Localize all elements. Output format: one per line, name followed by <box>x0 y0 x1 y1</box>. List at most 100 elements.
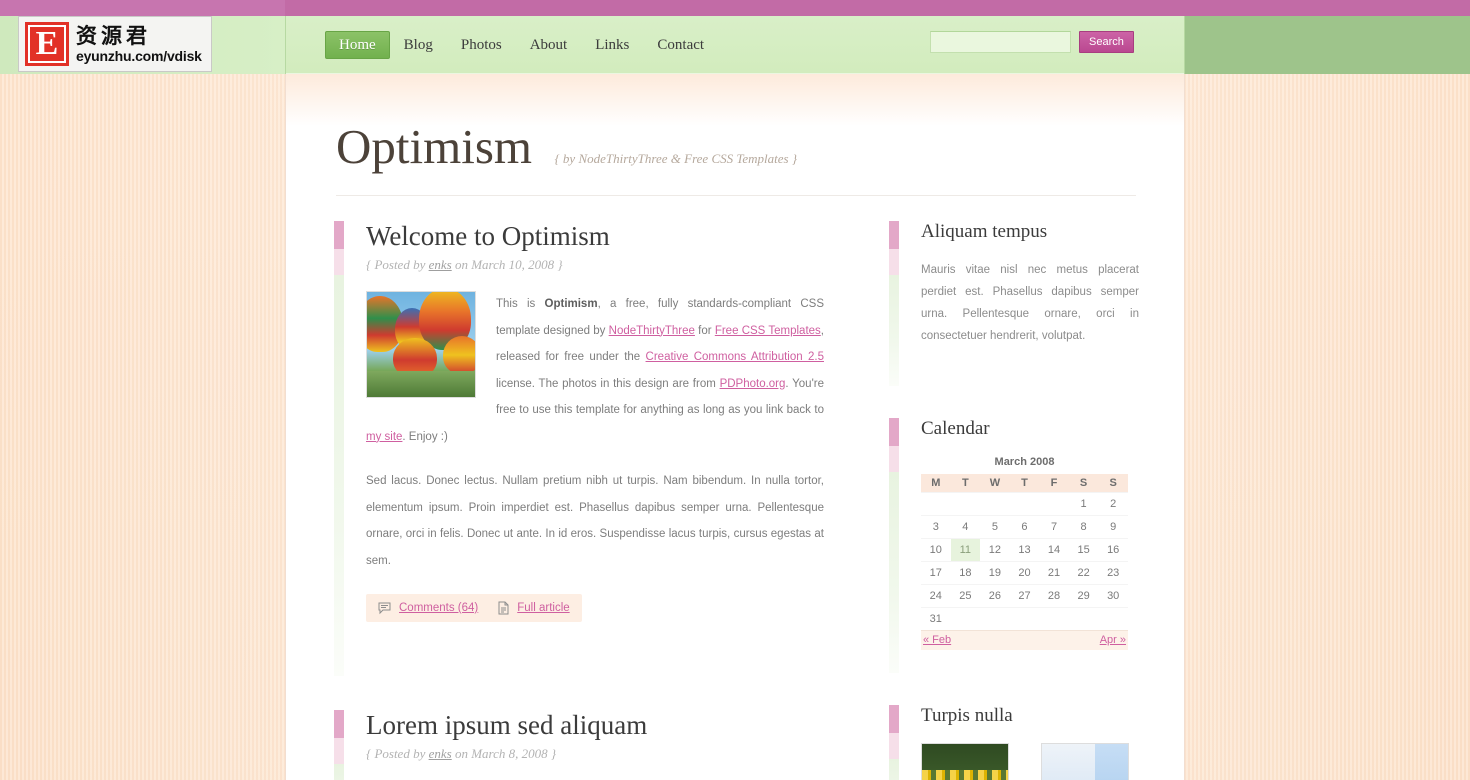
link-nodethirtythree[interactable]: NodeThirtyThree <box>609 325 695 337</box>
logo-chinese-text: 资源君 <box>76 24 151 48</box>
link-free-css-templates[interactable]: Free CSS Templates <box>715 325 821 337</box>
calendar-week-row: 24 25 26 27 28 29 30 <box>921 583 1128 607</box>
calendar-weekday-row: M T W T F S S <box>921 474 1128 492</box>
calendar-day-cell[interactable]: 21 <box>1039 560 1069 584</box>
calendar-day-cell[interactable]: 10 <box>921 537 951 561</box>
post-lorem-ipsum: Lorem ipsum sed aliquam { Posted by enks… <box>334 710 824 780</box>
calendar-day-cell[interactable]: 27 <box>1009 583 1040 607</box>
calendar-day-cell[interactable]: 22 <box>1068 560 1099 584</box>
calendar-day-cell[interactable]: 16 <box>1098 537 1128 561</box>
calendar-day-cell[interactable]: 19 <box>980 560 1010 584</box>
calendar-prev-link[interactable]: « Feb <box>923 634 951 646</box>
sidebar-block-turpis-nulla: Turpis nulla <box>889 705 1139 780</box>
calendar-day-cell[interactable]: 14 <box>1039 537 1069 561</box>
calendar-week-row: 17 18 19 20 21 22 23 <box>921 560 1128 584</box>
calendar-day-cell[interactable]: 31 <box>921 606 951 630</box>
calendar-day-cell[interactable]: 25 <box>950 583 981 607</box>
calendar-week-row: 31 <box>921 606 1128 630</box>
calendar-prev-cell: « Feb <box>921 629 1010 650</box>
calendar-day-cell[interactable]: 4 <box>950 514 981 538</box>
nav-item-blog[interactable]: Blog <box>390 31 447 59</box>
calendar-day-cell[interactable]: 5 <box>980 514 1010 538</box>
calendar-week-row: 10 11 12 13 14 15 16 <box>921 537 1128 561</box>
link-creative-commons[interactable]: Creative Commons Attribution 2.5 <box>646 351 824 363</box>
calendar-day-cell[interactable]: 17 <box>921 560 951 584</box>
nav-item-contact[interactable]: Contact <box>643 31 718 59</box>
para-text: for <box>694 324 715 337</box>
calendar-day-cell[interactable]: 1 <box>1068 491 1099 515</box>
calendar-empty-cell <box>1039 606 1069 630</box>
post-meta: { Posted by enks on March 10, 2008 } <box>366 257 824 273</box>
calendar-day-cell[interactable]: 8 <box>1068 514 1099 538</box>
post-title[interactable]: Welcome to Optimism <box>366 221 824 251</box>
search-input[interactable] <box>930 31 1071 53</box>
calendar-weekday: W <box>980 474 1010 492</box>
calendar-empty-cell <box>950 491 981 515</box>
post-meta: { Posted by enks on March 8, 2008 } <box>366 746 824 762</box>
calendar-empty-cell <box>980 491 1010 515</box>
link-pdphoto[interactable]: PDPhoto.org <box>720 378 786 390</box>
para-text: This is <box>496 298 545 310</box>
calendar-empty-cell <box>1098 606 1128 630</box>
calendar-empty-cell <box>1039 491 1069 515</box>
calendar-weekday: F <box>1039 474 1069 492</box>
sidebar-thumbnail-row <box>921 743 1139 780</box>
calendar-day-cell[interactable]: 28 <box>1039 583 1069 607</box>
calendar-day-cell[interactable]: 15 <box>1068 537 1099 561</box>
hot-air-balloons-photo[interactable] <box>366 291 476 398</box>
calendar-next-cell: Apr » <box>1039 629 1128 650</box>
calendar-empty-cell <box>1009 491 1040 515</box>
calendar-week-row: 3456789 <box>921 514 1128 538</box>
link-my-site[interactable]: my site <box>366 431 402 443</box>
calendar-weekday: S <box>1098 474 1128 492</box>
calendar-day-cell[interactable]: 9 <box>1098 514 1128 538</box>
calendar-day-cell[interactable]: 23 <box>1098 560 1128 584</box>
calendar-day-cell[interactable]: 12 <box>980 537 1010 561</box>
post-welcome: Welcome to Optimism { Posted by enks on … <box>334 221 824 676</box>
nav-item-about[interactable]: About <box>516 31 582 59</box>
calendar-day-cell[interactable]: 3 <box>921 514 951 538</box>
watermark-logo: E 资源君 eyunzhu.com/vdisk <box>18 16 212 72</box>
calendar-table: March 2008 M T W T F S S 1 2 3 4 5 6 7 8 9 10 11 12… <box>921 456 1128 650</box>
calendar-empty-cell <box>950 606 981 630</box>
calendar-day-cell[interactable]: 7 <box>1039 514 1069 538</box>
calendar-day-cell[interactable]: 13 <box>1009 537 1040 561</box>
calendar-day-cell[interactable]: 29 <box>1068 583 1099 607</box>
nav-item-home[interactable]: Home <box>325 31 390 59</box>
post-links-bar: Comments (64) Full article <box>366 594 582 622</box>
calendar-weekday: S <box>1068 474 1099 492</box>
yellow-tulips-thumbnail[interactable] <box>921 743 1009 780</box>
calendar-day-cell[interactable]: 11 <box>950 537 981 561</box>
main-navigation: Home Blog Photos About Links Contact <box>325 31 718 59</box>
site-title: Optimism <box>336 119 533 174</box>
calendar-day-cell[interactable]: 18 <box>950 560 981 584</box>
calendar-day-cell[interactable]: 30 <box>1098 583 1128 607</box>
calendar-empty-cell <box>921 491 951 515</box>
sidebar-column: Aliquam tempus Mauris vitae nisl nec met… <box>889 221 1139 780</box>
calendar-day-cell[interactable]: 20 <box>1009 560 1040 584</box>
post-meta-prefix: { Posted by <box>366 746 429 761</box>
calendar-empty-cell <box>1009 606 1040 630</box>
comments-link-group[interactable]: Comments (64) <box>378 601 478 615</box>
nav-item-links[interactable]: Links <box>581 31 643 59</box>
calendar-day-cell[interactable]: 6 <box>1009 514 1040 538</box>
sidebar-accent-bar <box>889 418 899 673</box>
calendar-day-cell[interactable]: 24 <box>921 583 951 607</box>
sidebar-heading: Aliquam tempus <box>921 221 1048 242</box>
fullarticle-link-group[interactable]: Full article <box>496 601 570 615</box>
search-button[interactable]: Search <box>1079 31 1134 53</box>
post-title[interactable]: Lorem ipsum sed aliquam <box>366 710 824 740</box>
nav-item-photos[interactable]: Photos <box>447 31 516 59</box>
sky-thumbnail[interactable] <box>1041 743 1129 780</box>
fullarticle-link[interactable]: Full article <box>517 602 569 614</box>
post-author-link[interactable]: enks <box>429 746 452 761</box>
comments-link[interactable]: Comments (64) <box>399 602 478 614</box>
calendar-empty-cell <box>980 606 1010 630</box>
calendar-next-link[interactable]: Apr » <box>1100 634 1126 646</box>
calendar-day-cell[interactable]: 2 <box>1098 491 1128 515</box>
sidebar-accent-bar <box>889 705 899 780</box>
post-author-link[interactable]: enks <box>429 257 452 272</box>
post-meta-prefix: { Posted by <box>366 257 429 272</box>
top-accent-bar <box>0 0 1470 16</box>
calendar-day-cell[interactable]: 26 <box>980 583 1010 607</box>
